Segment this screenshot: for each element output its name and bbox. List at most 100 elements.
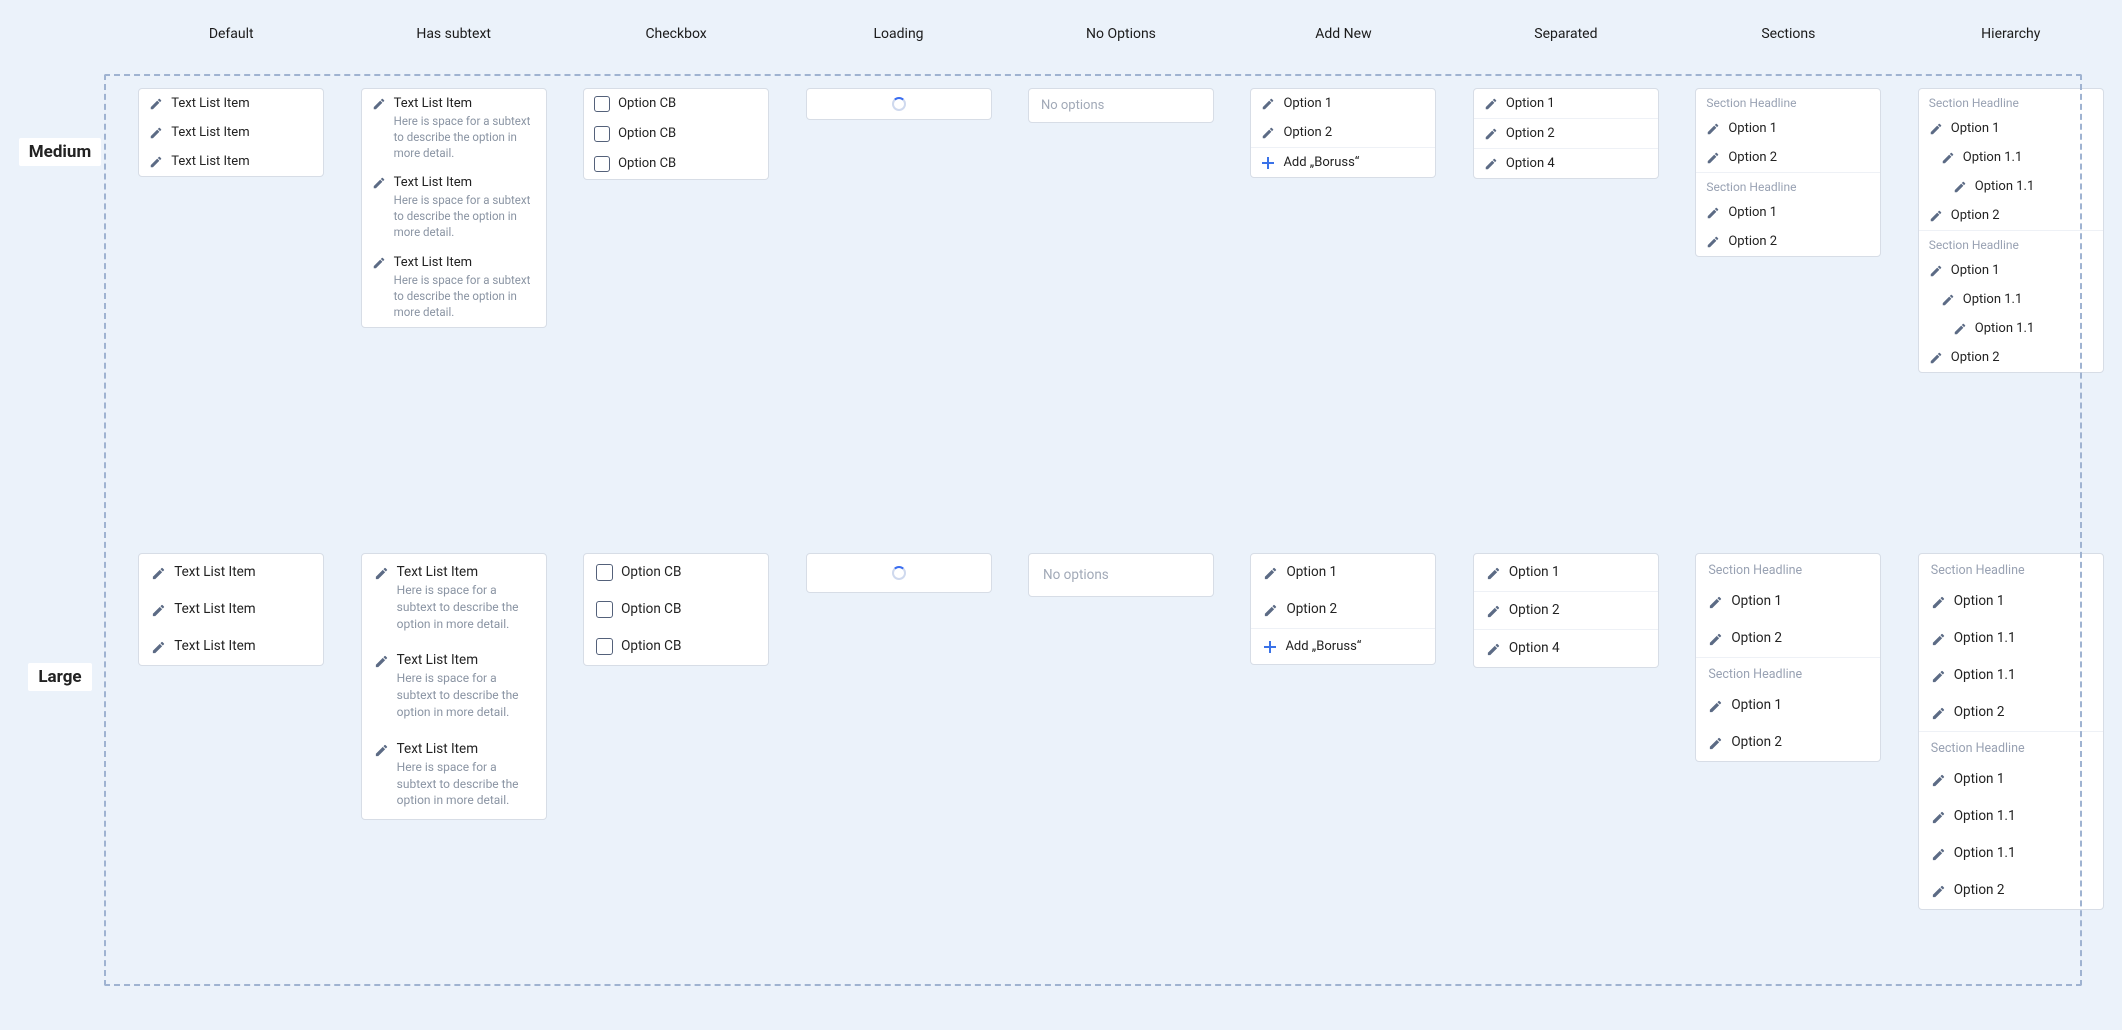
row-label-medium: Medium <box>19 138 101 166</box>
list-item-label: Option 1 <box>1731 697 1782 713</box>
list-item-label: Option 2 <box>1954 882 2005 898</box>
panel-sections-m: Section Headline Option 1 Option 2 Secti… <box>1695 88 1881 257</box>
pencil-icon <box>1929 351 1943 365</box>
checkbox-icon[interactable] <box>596 638 613 655</box>
checkbox-icon[interactable] <box>596 601 613 618</box>
list-item[interactable]: Option 2 <box>1696 143 1880 172</box>
list-item[interactable]: Option 2 <box>1919 201 2103 230</box>
pencil-icon <box>1486 604 1501 619</box>
list-item-checkbox[interactable]: Option CB <box>584 591 768 628</box>
list-item[interactable]: Option 1.1 <box>1919 314 2103 343</box>
list-item[interactable]: Option 1 <box>1696 583 1880 620</box>
list-item[interactable]: Option 2 <box>1919 872 2103 909</box>
list-item[interactable]: Option 2 <box>1474 118 1658 148</box>
pencil-icon <box>372 176 386 190</box>
list-item-checkbox[interactable]: Option CB <box>584 554 768 591</box>
list-item-label: Option 1.1 <box>1963 150 2023 165</box>
checkbox-icon[interactable] <box>596 564 613 581</box>
pencil-icon <box>1263 603 1278 618</box>
add-new-button[interactable]: Add „Boruss“ <box>1251 628 1435 664</box>
list-item[interactable]: Text List ItemHere is space for a subtex… <box>362 89 546 168</box>
list-item[interactable]: Text List Item <box>139 118 323 147</box>
list-item[interactable]: Option 1.1 <box>1919 657 2103 694</box>
list-item[interactable]: Option 2 <box>1919 343 2103 372</box>
pencil-icon <box>1931 706 1946 721</box>
panel-checkbox-m: Option CB Option CB Option CB <box>583 88 769 180</box>
list-item-label: Text List Item <box>171 154 249 169</box>
add-new-label: Add „Boruss“ <box>1283 155 1359 170</box>
spinner-icon <box>892 566 906 580</box>
panel-subtext-l: Text List Item Here is space for a subtex… <box>361 553 547 820</box>
list-item[interactable]: Option 1 <box>1919 583 2103 620</box>
list-item[interactable]: Option 1 <box>1696 687 1880 724</box>
list-item[interactable]: Text List ItemHere is space for a subtex… <box>362 642 546 730</box>
row-label-large: Large <box>28 663 91 691</box>
list-item[interactable]: Option 1 <box>1251 554 1435 591</box>
list-item[interactable]: Text List Item <box>139 554 323 591</box>
list-item-label: Option CB <box>621 601 681 617</box>
list-item[interactable]: Option 1 <box>1919 256 2103 285</box>
list-item-label: Option CB <box>618 156 676 171</box>
pencil-icon <box>1261 126 1275 140</box>
list-item[interactable]: Option 1.1 <box>1919 143 2103 172</box>
pencil-icon <box>1931 632 1946 647</box>
list-item[interactable]: Text List Item <box>139 147 323 176</box>
pencil-icon <box>372 97 386 111</box>
pencil-icon <box>1708 595 1723 610</box>
list-item[interactable]: Option 2 <box>1696 724 1880 761</box>
pencil-icon <box>1931 595 1946 610</box>
list-item[interactable]: Option 2 <box>1474 591 1658 629</box>
checkbox-icon[interactable] <box>594 126 610 142</box>
list-item[interactable]: Option 2 <box>1251 591 1435 628</box>
pencil-icon <box>1263 566 1278 581</box>
list-item-subtext: Here is space for a subtext to describe … <box>397 759 534 809</box>
list-item-checkbox[interactable]: Option CB <box>584 628 768 665</box>
pencil-icon <box>1929 264 1943 278</box>
list-item[interactable]: Text List ItemHere is space for a subtex… <box>362 248 546 327</box>
list-item-checkbox[interactable]: Option CB <box>584 89 768 119</box>
list-item[interactable]: Option 1 <box>1696 198 1880 227</box>
list-item[interactable]: Option 1 <box>1474 89 1658 118</box>
section-headline: Section Headline <box>1696 89 1880 114</box>
checkbox-icon[interactable] <box>594 96 610 112</box>
list-item-label: Option CB <box>621 564 681 580</box>
list-item[interactable]: Option 2 <box>1696 227 1880 256</box>
list-item-label: Option 1.1 <box>1954 630 2016 646</box>
list-item[interactable]: Text List ItemHere is space for a subtex… <box>362 731 546 819</box>
list-item[interactable]: Text List Item <box>139 628 323 665</box>
list-item[interactable]: Text List ItemHere is space for a subtex… <box>362 168 546 247</box>
list-item[interactable]: Option 4 <box>1474 629 1658 667</box>
list-item-label: Text List Item <box>174 638 255 654</box>
list-item[interactable]: Option 1.1 <box>1919 285 2103 314</box>
list-item[interactable]: Option 1 <box>1474 554 1658 591</box>
list-item-label: Text List Item <box>394 175 472 190</box>
list-item[interactable]: Text List ItemHere is space for a subtex… <box>362 554 546 642</box>
list-item[interactable]: Option 1 <box>1251 89 1435 118</box>
pencil-icon <box>1706 151 1720 165</box>
list-item[interactable]: Option 1.1 <box>1919 835 2103 872</box>
list-item[interactable]: Option 2 <box>1251 118 1435 147</box>
list-item[interactable]: Text List Item <box>139 89 323 118</box>
list-item[interactable]: Text List Item <box>139 591 323 628</box>
list-item[interactable]: Option 1 <box>1919 761 2103 798</box>
list-item-label: Text List Item <box>174 564 255 580</box>
list-item[interactable]: Option 2 <box>1919 694 2103 731</box>
list-item[interactable]: Option 1 <box>1696 114 1880 143</box>
list-item[interactable]: Option 2 <box>1696 620 1880 657</box>
panel-no-options-m: No options <box>1028 88 1214 123</box>
spinner-icon <box>892 97 906 111</box>
list-item-label: Text List Item <box>397 564 478 580</box>
list-item[interactable]: Option 1.1 <box>1919 172 2103 201</box>
list-item-checkbox[interactable]: Option CB <box>584 149 768 179</box>
list-item[interactable]: Option 1 <box>1919 114 2103 143</box>
list-item-checkbox[interactable]: Option CB <box>584 119 768 149</box>
list-item-label: Option CB <box>621 638 681 654</box>
list-item[interactable]: Option 4 <box>1474 148 1658 178</box>
pencil-icon <box>1931 773 1946 788</box>
list-item[interactable]: Option 1.1 <box>1919 620 2103 657</box>
checkbox-icon[interactable] <box>594 156 610 172</box>
list-item-subtext: Here is space for a subtext to describe … <box>397 670 534 720</box>
list-item[interactable]: Option 1.1 <box>1919 798 2103 835</box>
add-new-button[interactable]: Add „Boruss“ <box>1251 147 1435 177</box>
pencil-icon <box>1941 151 1955 165</box>
